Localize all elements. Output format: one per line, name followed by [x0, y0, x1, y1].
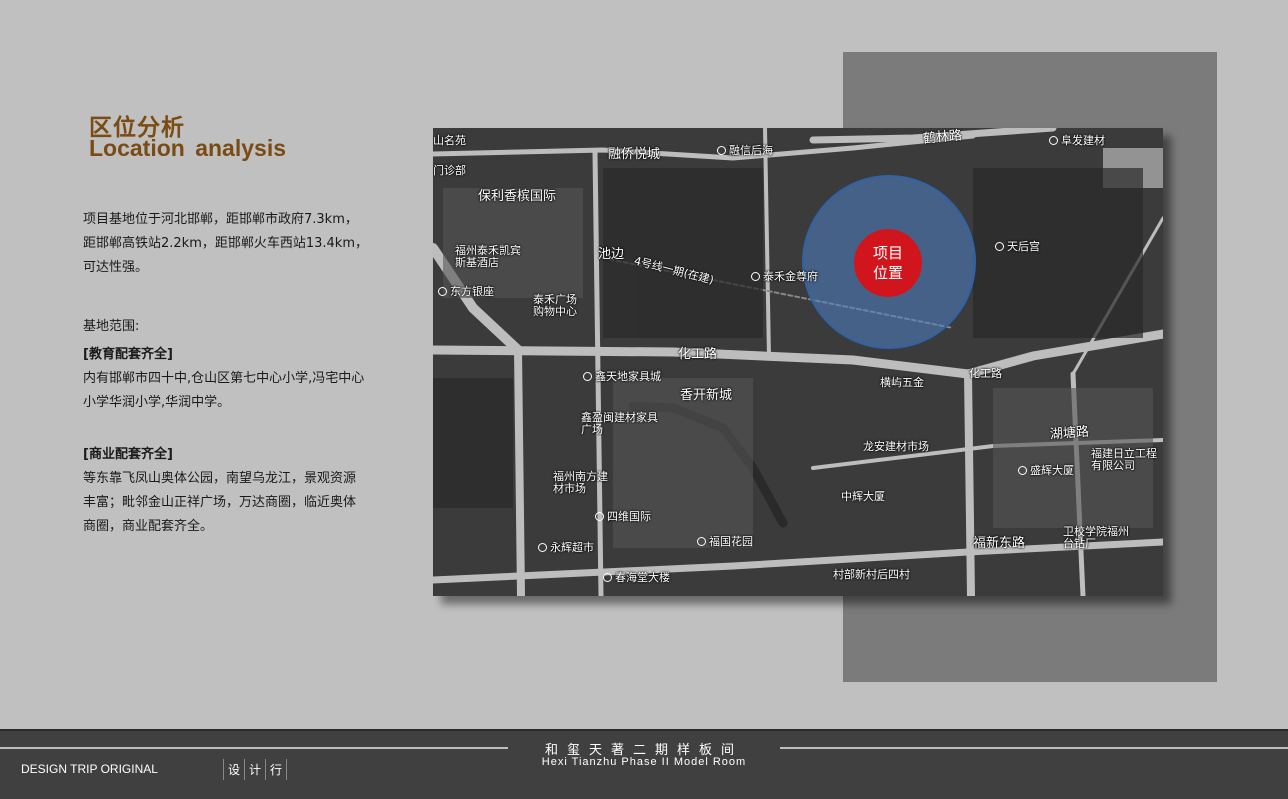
satellite-map: 项目位置 山名苑 融侨悦城 融信后海 鹤林路 阜发建材 门诊部 保利香槟国际 池…: [433, 128, 1163, 596]
poi-icon: [697, 537, 706, 546]
poi-icon: [717, 146, 726, 155]
scope-label: 基地范围:: [83, 319, 140, 334]
map-label: 春海堂大楼: [603, 572, 670, 584]
map-label: 福州泰禾凯宾斯基酒店: [455, 244, 521, 269]
map-label: 福国花园: [697, 536, 753, 548]
page-title-en: Location analysis: [89, 135, 287, 161]
map-label: 福新东路: [973, 536, 1026, 551]
poi-icon: [995, 242, 1004, 251]
poi-icon: [1049, 136, 1058, 145]
map-label: 泰禾金尊府: [751, 271, 818, 283]
map-label: 融信后海: [717, 145, 773, 157]
footer-char: 设: [223, 759, 244, 780]
poi-icon: [595, 512, 604, 521]
education-heading: [教育配套齐全]: [83, 347, 173, 362]
intro-text: 项目基地位于河北邯郸，距邯郸市政府7.3km，距邯郸高铁站2.2km，距邯郸火车…: [83, 212, 369, 275]
map-label: 湖塘路: [1049, 424, 1090, 443]
poi-icon: [583, 372, 592, 381]
map-label: 鑫天地家具城: [583, 371, 661, 383]
map-label: 山名苑: [433, 134, 466, 147]
description: 项目基地位于河北邯郸，距邯郸市政府7.3km，距邯郸高铁站2.2km，距邯郸火车…: [83, 208, 368, 539]
map-label: 池边: [598, 247, 625, 262]
map-label: 鹤林路: [922, 128, 963, 147]
commerce-heading: [商业配套齐全]: [83, 447, 173, 462]
map-label: 福州南方建材市场: [553, 470, 608, 495]
poi-icon: [538, 543, 547, 552]
education-text: 内有邯郸市四十中,仓山区第七中心小学,冯宅中心小学华润小学,华润中学。: [83, 371, 365, 410]
map-label: 香开新城: [680, 388, 733, 403]
road-huagong: [433, 329, 1163, 379]
site-marker-line1: 项目: [872, 244, 903, 262]
commerce-text: 等东靠飞凤山奥体公园，南望乌龙江，景观资源丰富；毗邻金山正祥广场，万达商圈，临近…: [83, 471, 357, 534]
footer-char: 行: [265, 759, 288, 780]
footer-brand: DESIGN TRIP ORIGINAL: [21, 762, 158, 776]
map-label: 村部新村后四村: [833, 568, 910, 581]
map-label: 中辉大厦: [841, 490, 885, 503]
footer-char: 计: [244, 759, 265, 780]
road-vertical-4: [763, 128, 771, 360]
map-label: 盛辉大厦: [1018, 465, 1074, 477]
map-label: 龙安建材市场: [863, 440, 929, 453]
map-label: 化工路: [678, 347, 718, 362]
map-label: 永辉超市: [538, 542, 594, 554]
map-label: 化工路: [969, 367, 1002, 380]
map-label: 四维国际: [595, 511, 651, 523]
poi-icon: [751, 272, 760, 281]
map-label: 保利香槟国际: [478, 189, 557, 204]
map-label: 横屿五金: [880, 376, 924, 389]
footer: 和玺天著二期样板间 Hexi Tianzhu Phase II Model Ro…: [0, 729, 1288, 799]
map-label: 融侨悦城: [608, 147, 661, 162]
road-vertical-3: [964, 370, 975, 596]
road-vertical-1: [514, 346, 525, 596]
site-marker-line2: 位置: [872, 264, 903, 282]
map-label: 门诊部: [433, 164, 466, 177]
site-marker[interactable]: 项目 位置: [854, 229, 922, 297]
map-label: 天后宫: [995, 241, 1040, 253]
footer-brand-chars: 设 计 行: [223, 759, 288, 780]
poi-icon: [1018, 466, 1027, 475]
footer-title-en: Hexi Tianzhu Phase II Model Room: [541, 756, 747, 768]
map-label: 卫校学院福州台钻厂: [1063, 525, 1129, 550]
map-label: 阜发建材: [1049, 135, 1105, 147]
poi-icon: [438, 287, 447, 296]
poi-icon: [603, 573, 612, 582]
map-label: 福建日立工程有限公司: [1091, 447, 1157, 472]
map-label: 东方银座: [438, 286, 494, 298]
map-label: 泰禾广场购物中心: [533, 293, 577, 318]
map-label: 鑫盈闽建材家具广场: [581, 411, 658, 436]
